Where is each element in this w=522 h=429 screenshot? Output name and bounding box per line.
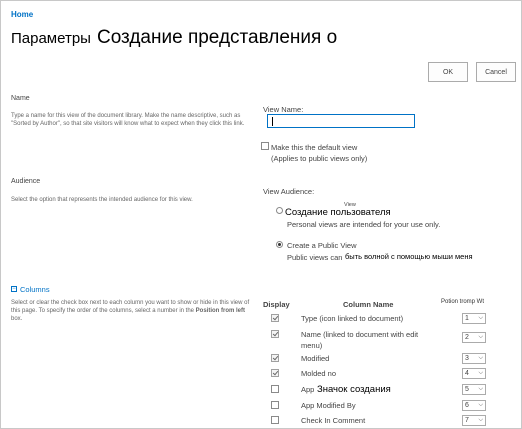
chevron-down-icon: ⌵	[478, 386, 483, 392]
personal-view-label: Создание пользователя	[285, 207, 391, 218]
chevron-down-icon: ⌵	[478, 370, 483, 376]
default-view-note: (Applies to public views only)	[271, 154, 368, 163]
position-value: 2	[465, 334, 469, 341]
audience-section-description: Select the option that represents the in…	[11, 197, 193, 203]
chevron-down-icon: ⌵	[478, 355, 483, 361]
chevron-down-icon: ⌵	[478, 334, 483, 340]
breadcrumb-home-link[interactable]: Home	[11, 10, 33, 19]
columns-section-description: Select or clear the check box next to ea…	[11, 299, 256, 323]
column-name-overlay: Значок создания	[317, 384, 391, 395]
page-title-part1: Параметры	[11, 30, 91, 47]
column-name: App Modified By	[301, 401, 356, 410]
public-view-description: Public views can	[287, 253, 343, 262]
name-section-title: Name	[11, 95, 30, 102]
audience-section-title: Audience	[11, 178, 41, 185]
default-view-checkbox[interactable]	[261, 142, 269, 150]
view-name-label: View Name:	[263, 105, 304, 114]
column-name-line2: menu)	[301, 341, 323, 350]
position-select[interactable]: 1 ⌵	[462, 313, 486, 324]
view-audience-label: View Audience:	[263, 187, 315, 196]
position-value: 6	[465, 402, 469, 409]
position-value: 1	[465, 315, 469, 322]
position-value: 7	[465, 417, 469, 424]
header-display: Display	[263, 300, 290, 309]
personal-view-description: Personal views are intended for your use…	[287, 220, 441, 229]
public-view-radio[interactable]	[276, 241, 283, 248]
chevron-down-icon: ⌵	[478, 315, 483, 321]
name-section-description: Type a name for this view of the documen…	[11, 113, 245, 127]
page-title-part2: Создание представления о	[96, 27, 338, 48]
column-display-checkbox[interactable]	[271, 401, 279, 409]
column-display-checkbox[interactable]	[271, 369, 279, 377]
header-position: Potion tromp Wt	[441, 299, 485, 305]
public-view-label: Create a Public View	[287, 241, 357, 250]
position-value: 5	[465, 386, 469, 393]
cancel-button[interactable]: Cancel	[476, 62, 516, 82]
column-display-checkbox[interactable]	[271, 354, 279, 362]
column-name: Molded no	[301, 369, 337, 378]
column-display-checkbox[interactable]	[271, 330, 279, 338]
column-name: App	[301, 385, 315, 394]
header-column-name: Column Name	[343, 300, 394, 309]
view-settings-page: Home Параметры Создание представления о O…	[0, 0, 522, 429]
column-name: Type (icon linked to document)	[301, 314, 404, 323]
text-caret	[272, 117, 273, 126]
chevron-down-icon: ⌵	[478, 417, 483, 423]
columns-description-bold: Position from left	[195, 308, 246, 314]
page-title: Параметры Создание представления о	[11, 27, 337, 49]
position-select[interactable]: 5 ⌵	[462, 384, 486, 395]
column-display-checkbox[interactable]	[271, 385, 279, 393]
position-select[interactable]: 7 ⌵	[462, 415, 486, 426]
columns-section-title[interactable]: Columns	[20, 285, 50, 294]
column-name: Check In Comment	[301, 416, 366, 425]
public-view-description-overlay: быть волной с помощью мыши меня	[345, 252, 473, 261]
position-select[interactable]: 3 ⌵	[462, 353, 486, 364]
position-select[interactable]: 2 ⌵	[462, 332, 486, 343]
ok-button[interactable]: OK	[428, 62, 468, 82]
column-name: Modified	[301, 354, 330, 363]
columns-description-end: box.	[11, 316, 23, 322]
position-select[interactable]: 6 ⌵	[462, 400, 486, 411]
column-display-checkbox[interactable]	[271, 314, 279, 322]
collapse-icon[interactable]: −	[11, 286, 17, 292]
column-name: Name (linked to document with edit	[301, 330, 419, 339]
position-select[interactable]: 4 ⌵	[462, 368, 486, 379]
position-value: 4	[465, 370, 469, 377]
column-display-checkbox[interactable]	[271, 416, 279, 424]
view-name-input[interactable]	[267, 114, 415, 128]
personal-view-radio[interactable]	[276, 207, 283, 214]
position-value: 3	[465, 355, 469, 362]
default-view-label: Make this the default view	[271, 143, 358, 152]
chevron-down-icon: ⌵	[478, 402, 483, 408]
